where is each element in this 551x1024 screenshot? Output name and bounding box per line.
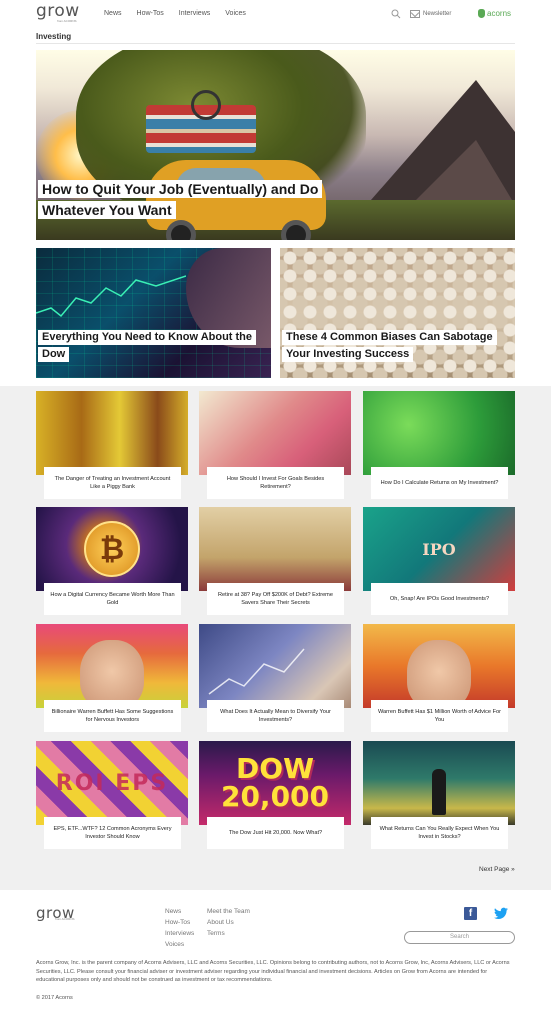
- nav-item-voices[interactable]: Voices: [225, 10, 246, 17]
- footer-nav-column: News How-Tos Interviews Voices: [165, 908, 194, 948]
- feature-title-line: Your Investing Success: [282, 347, 414, 362]
- article-card-title[interactable]: How Do I Calculate Returns on My Investm…: [371, 467, 508, 499]
- bitcoin-icon: ₿: [84, 521, 140, 577]
- article-card-title[interactable]: The Dow Just Hit 20,000. Now What?: [207, 817, 344, 849]
- feature-article-biases[interactable]: These 4 Common Biases Can Sabotage Your …: [280, 248, 515, 378]
- bicycle-wheel-shape: [191, 90, 221, 120]
- article-card-title[interactable]: Retire at 38? Pay Off $200K of Debt? Ext…: [207, 583, 344, 615]
- footer-link-voices[interactable]: Voices: [165, 941, 194, 948]
- footer-link-terms[interactable]: Terms: [207, 930, 250, 937]
- hero-title[interactable]: How to Quit Your Job (Eventually) and Do…: [38, 180, 323, 219]
- dow-graphic-line: 20,000: [220, 780, 330, 813]
- article-card[interactable]: The Danger of Treating an Investment Acc…: [36, 391, 188, 499]
- next-page-link[interactable]: Next Page »: [479, 866, 515, 873]
- legal-disclaimer: Acorns Grow, Inc. is the parent company …: [36, 960, 510, 984]
- main-nav: News How-Tos Interviews Voices: [104, 10, 246, 17]
- dow-20000-photo: DOW 20,000: [199, 741, 351, 825]
- grow-logo-sub: from ACORNS: [57, 19, 77, 23]
- article-card-title[interactable]: Warren Buffett Has $1 Million Worth of A…: [371, 700, 508, 732]
- feature-title-line: These 4 Common Biases Can Sabotage: [282, 330, 497, 345]
- dow-glyph-wrap: DOW 20,000: [199, 741, 351, 825]
- bitcoin-glyph-wrap: ₿: [36, 507, 188, 591]
- copyright: © 2017 Acorns: [36, 995, 73, 1001]
- acorns-brand-link[interactable]: acorns: [478, 9, 511, 18]
- face-shape: [80, 640, 144, 708]
- businessman-shape: [432, 769, 446, 815]
- article-card[interactable]: DOW 20,000 The Dow Just Hit 20,000. Now …: [199, 741, 351, 849]
- acronyms-collage-photo: ROI EPS: [36, 741, 188, 825]
- article-card[interactable]: ₿ How a Digital Currency Became Worth Mo…: [36, 507, 188, 615]
- title-divider: [36, 43, 515, 44]
- acorn-icon: [478, 9, 485, 18]
- article-card[interactable]: How Do I Calculate Returns on My Investm…: [363, 391, 515, 499]
- footer-link-news[interactable]: News: [165, 908, 194, 915]
- nav-item-interviews[interactable]: Interviews: [179, 10, 211, 17]
- ipo-label-graphic: IPO: [422, 539, 456, 559]
- article-card[interactable]: Retire at 38? Pay Off $200K of Debt? Ext…: [199, 507, 351, 615]
- feature-article-dow[interactable]: Everything You Need to Know About the Do…: [36, 248, 271, 378]
- article-card[interactable]: Warren Buffett Has $1 Million Worth of A…: [363, 624, 515, 732]
- footer-company-column: Meet the Team About Us Terms: [207, 908, 250, 937]
- figure-wrap: [363, 741, 515, 825]
- footer-link-interviews[interactable]: Interviews: [165, 930, 194, 937]
- envelope-icon[interactable]: [410, 10, 420, 18]
- buffett-portrait-photo: [36, 624, 188, 708]
- article-card[interactable]: Billionaire Warren Buffett Has Some Sugg…: [36, 624, 188, 732]
- hero-article[interactable]: How to Quit Your Job (Eventually) and Do…: [36, 50, 515, 240]
- footer-link-meet-the-team[interactable]: Meet the Team: [207, 908, 250, 915]
- money-rain-photo: [199, 507, 351, 591]
- bitcoin-photo: ₿: [36, 507, 188, 591]
- footer-link-about-us[interactable]: About Us: [207, 919, 250, 926]
- article-card-title[interactable]: EPS, ETF...WTF? 12 Common Acronyms Every…: [44, 817, 181, 849]
- stock-chart-graphic: [208, 648, 305, 695]
- acronyms-graphic: ROI EPS: [55, 770, 169, 796]
- businessman-skyline-photo: [363, 741, 515, 825]
- feature-title-line: Dow: [38, 347, 70, 362]
- feature-title[interactable]: These 4 Common Biases Can Sabotage Your …: [282, 330, 497, 362]
- article-card-title[interactable]: Oh, Snap! Are IPOs Good Investments?: [371, 583, 508, 615]
- article-card-title[interactable]: What Does It Actually Mean to Diversify …: [207, 700, 344, 732]
- stock-chart-photo: [199, 624, 351, 708]
- newsletter-link[interactable]: Newsletter: [423, 11, 451, 17]
- ipo-glyph-wrap: IPO: [363, 507, 515, 591]
- search-icon[interactable]: [391, 9, 401, 19]
- article-card[interactable]: What Does It Actually Mean to Diversify …: [199, 624, 351, 732]
- acronyms-glyph-wrap: ROI EPS: [36, 741, 188, 825]
- grow-logo[interactable]: grow: [36, 3, 80, 20]
- site-header: grow from ACORNS News How-Tos Interviews…: [0, 0, 551, 30]
- article-card-title[interactable]: How Should I Invest For Goals Besides Re…: [207, 467, 344, 499]
- footer-link-how-tos[interactable]: How-Tos: [165, 919, 194, 926]
- dow-graphic-line: DOW: [236, 752, 314, 785]
- feature-title-line: Everything You Need to Know About the: [38, 330, 257, 345]
- dow-20000-graphic: DOW 20,000: [221, 755, 329, 811]
- footer-search-input[interactable]: Search: [404, 931, 515, 944]
- buffett-portrait-photo: [363, 624, 515, 708]
- article-card[interactable]: What Returns Can You Really Expect When …: [363, 741, 515, 849]
- face-wrap: [363, 624, 515, 708]
- nav-item-how-tos[interactable]: How-Tos: [137, 10, 164, 17]
- hero-title-line: How to Quit Your Job (Eventually) and Do: [38, 180, 323, 198]
- twitter-icon[interactable]: [494, 907, 508, 920]
- article-card-title[interactable]: Billionaire Warren Buffett Has Some Sugg…: [44, 700, 181, 732]
- acorns-brand-label: acorns: [487, 9, 512, 18]
- coins-clock-photo: [199, 391, 351, 475]
- face-wrap: [36, 624, 188, 708]
- face-shape: [407, 640, 471, 708]
- green-math-photo: [363, 391, 515, 475]
- nav-item-news[interactable]: News: [104, 10, 122, 17]
- article-card[interactable]: IPO Oh, Snap! Are IPOs Good Investments?: [363, 507, 515, 615]
- stock-line-chart-graphic: [36, 275, 186, 318]
- piggy-bank-photo: [36, 391, 188, 475]
- hero-title-line: Whatever You Want: [38, 201, 176, 219]
- page-title: Investing: [36, 32, 72, 41]
- feature-title[interactable]: Everything You Need to Know About the Do…: [38, 330, 257, 362]
- footer-grow-logo-sub: from ACORNS: [55, 917, 75, 921]
- article-card-title[interactable]: What Returns Can You Really Expect When …: [371, 817, 508, 849]
- ipo-chart-photo: IPO: [363, 507, 515, 591]
- facebook-icon[interactable]: f: [464, 907, 477, 920]
- article-card[interactable]: How Should I Invest For Goals Besides Re…: [199, 391, 351, 499]
- article-card[interactable]: ROI EPS EPS, ETF...WTF? 12 Common Acrony…: [36, 741, 188, 849]
- article-card-title[interactable]: How a Digital Currency Became Worth More…: [44, 583, 181, 615]
- article-card-title[interactable]: The Danger of Treating an Investment Acc…: [44, 467, 181, 499]
